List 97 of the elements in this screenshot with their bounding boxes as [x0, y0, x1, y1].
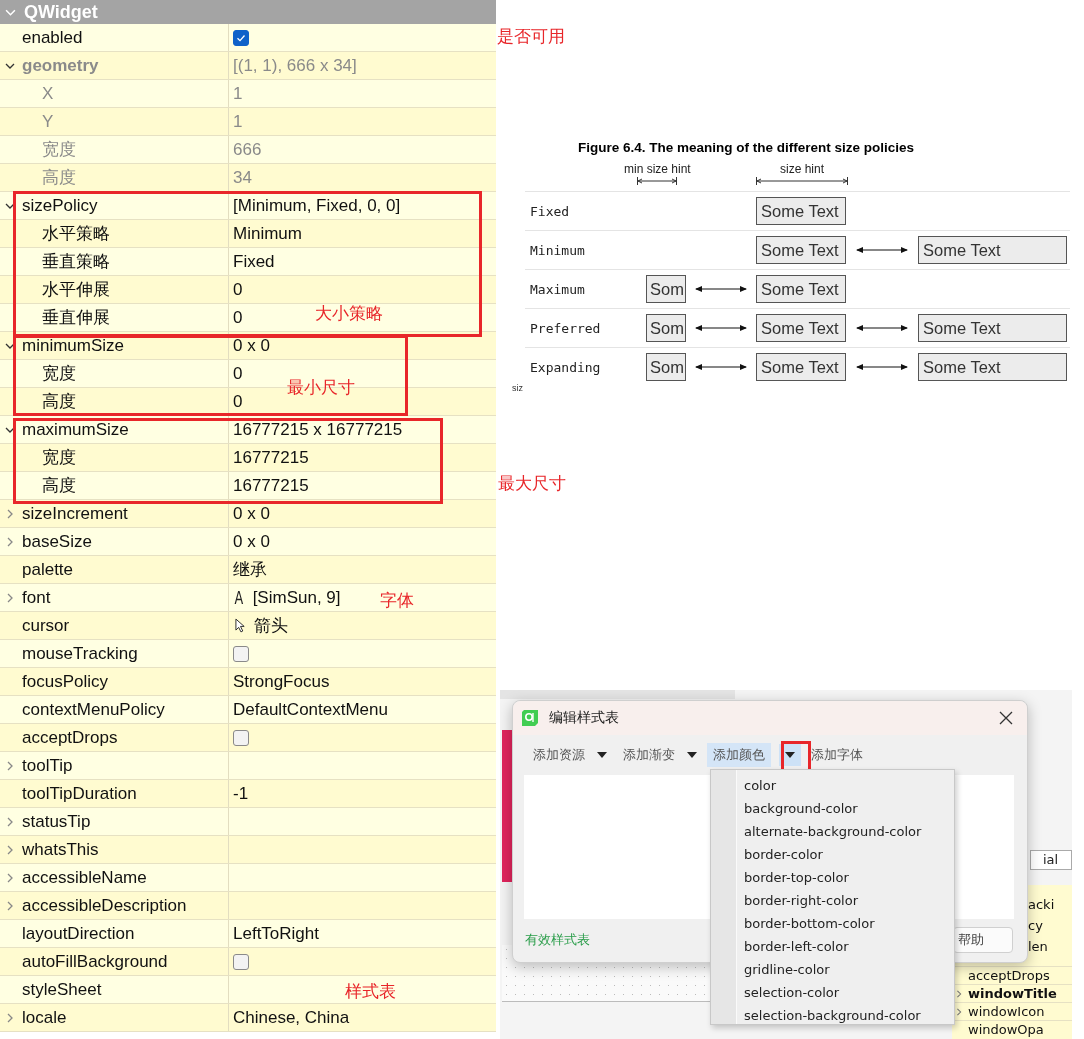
policy-label: Maximum — [529, 281, 586, 297]
property-name: minimumSize — [22, 335, 125, 356]
property-name: 高度 — [42, 475, 76, 497]
property-name: windowIcon — [968, 1004, 1045, 1019]
annotation-label: 字体 — [380, 589, 414, 612]
property-name: sizeIncrement — [22, 503, 128, 524]
property-value: 0 x 0 — [233, 335, 270, 356]
property-name: 宽度 — [42, 139, 76, 161]
policy-label: Preferred — [529, 320, 602, 336]
property-value: 继承 — [233, 559, 267, 581]
property-name: geometry — [22, 55, 99, 76]
property-value: -1 — [233, 783, 249, 804]
property-name: toolTip — [22, 755, 73, 776]
property-name: accessibleName — [22, 867, 147, 888]
property-name: cy — [1028, 918, 1043, 935]
property-name: 垂直伸展 — [42, 307, 110, 329]
widget-sample: Some Text — [756, 314, 846, 342]
annotation-label: 样式表 — [345, 980, 396, 1003]
policy-label: Fixed — [529, 203, 571, 219]
property-name: sizePolicy — [22, 195, 98, 216]
property-name: layoutDirection — [22, 923, 135, 944]
property-value: Fixed — [233, 251, 275, 272]
widget-sample: Some Text — [918, 236, 1067, 264]
window-title: 编辑样式表 — [549, 709, 620, 727]
property-value: DefaultContextMenu — [233, 699, 388, 720]
annotation-label: 是否可用 — [497, 25, 565, 48]
policy-label: Minimum — [529, 242, 586, 258]
property-value: 0 — [233, 391, 243, 412]
widget-sample: Som — [646, 314, 686, 342]
policy-label: Expanding — [529, 359, 602, 375]
widget-sample: Som — [646, 275, 686, 303]
property-name: acceptDrops — [968, 968, 1050, 983]
property-name: contextMenuPolicy — [22, 699, 165, 720]
property-name: toolTipDuration — [22, 783, 137, 804]
property-name: 水平策略 — [42, 223, 110, 245]
property-name: cursor — [22, 615, 70, 636]
property-name: X — [42, 83, 54, 104]
widget-sample: Some Text — [918, 353, 1067, 381]
property-value: 16777215 — [233, 475, 309, 496]
property-name: baseSize — [22, 531, 92, 552]
property-name: enabled — [22, 27, 83, 48]
annotation-label: 最大尺寸 — [498, 472, 566, 495]
status-label: 有效样式表 — [525, 931, 590, 949]
property-value: 1 — [233, 111, 243, 132]
figure-fragment: siz — [512, 383, 523, 393]
property-value: Chinese, China — [233, 1007, 350, 1028]
property-value: 0 — [233, 279, 243, 300]
property-name: font — [22, 587, 51, 608]
property-value: [Minimum, Fixed, 0, 0] — [233, 195, 401, 216]
property-value: 0 — [233, 307, 243, 328]
axis-label: size hint — [780, 162, 824, 176]
property-name: windowTitle — [968, 986, 1057, 1001]
property-name: 水平伸展 — [42, 279, 110, 301]
property-name: autoFillBackground — [22, 951, 168, 972]
property-value: [SimSun, 9] — [252, 587, 341, 608]
property-value: 箭头 — [254, 615, 288, 637]
widget-sample: Some Text — [918, 314, 1067, 342]
property-value: StrongFocus — [233, 671, 330, 692]
property-value: 0 x 0 — [233, 531, 270, 552]
property-name: locale — [22, 1007, 67, 1028]
property-name: focusPolicy — [22, 671, 108, 692]
property-value: Minimum — [233, 223, 302, 244]
widget-sample: Some Text — [756, 353, 846, 381]
property-name: acceptDrops — [22, 727, 118, 748]
property-name: acki — [1028, 897, 1055, 914]
property-name: Y — [42, 111, 54, 132]
property-value: LeftToRight — [233, 923, 319, 944]
property-value: 16777215 — [233, 447, 309, 468]
property-value: [(1, 1), 666 x 34] — [233, 55, 357, 76]
annotation-label: 大小策略 — [315, 302, 383, 325]
figure-caption: Figure 6.4. The meaning of the different size policies — [578, 140, 916, 155]
property-name: 垂直策略 — [42, 251, 110, 273]
property-value: 16777215 x 16777215 — [233, 419, 403, 440]
axis-label: min size hint — [624, 162, 691, 176]
property-name: 宽度 — [42, 363, 76, 385]
property-name: whatsThis — [22, 839, 99, 860]
property-name: mouseTracking — [22, 643, 138, 664]
property-name: maximumSize — [22, 419, 129, 440]
property-value: 666 — [233, 139, 262, 160]
property-name: 高度 — [42, 391, 76, 413]
property-value: 0 x 0 — [233, 503, 270, 524]
property-name: 高度 — [42, 167, 76, 189]
property-value: 1 — [233, 83, 243, 104]
property-value: 34 — [233, 167, 252, 188]
widget-sample: Som — [646, 353, 686, 381]
font-preview: A — [234, 587, 244, 608]
property-name: len — [1028, 939, 1048, 956]
property-name: accessibleDescription — [22, 895, 187, 916]
widget-sample: Some Text — [756, 197, 846, 225]
property-name: palette — [22, 559, 74, 580]
property-name: statusTip — [22, 811, 91, 832]
property-name: 宽度 — [42, 447, 76, 469]
property-name: windowOpa — [968, 1022, 1044, 1037]
property-value: 0 — [233, 363, 243, 384]
widget-sample: Some Text — [756, 236, 846, 264]
property-name: styleSheet — [22, 979, 102, 1000]
widget-sample: Some Text — [756, 275, 846, 303]
